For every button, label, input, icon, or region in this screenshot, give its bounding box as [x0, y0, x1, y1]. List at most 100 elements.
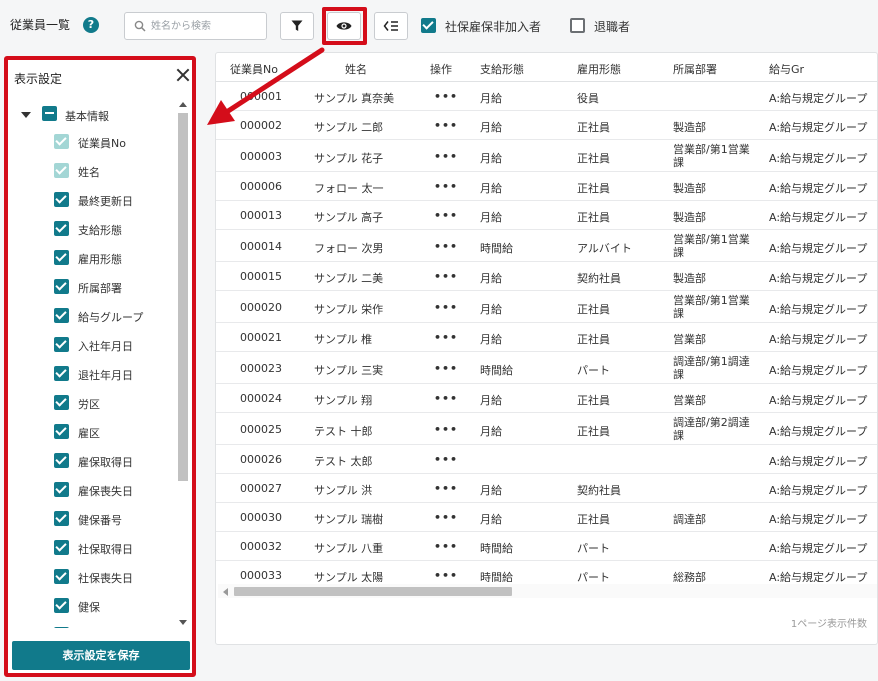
more-actions-icon[interactable]: ••• [434, 150, 458, 163]
page-size-label: 1ページ表示件数 [790, 619, 867, 630]
table-row[interactable]: 000006 フォロー 太一 ••• 月給 正社員 製造部 A:給与規定グループ [216, 172, 877, 201]
setting-checkbox[interactable] [54, 279, 69, 294]
more-actions-icon[interactable]: ••• [434, 331, 458, 344]
table-row[interactable]: 000023 サンプル 三実 ••• 時間給 パート 調達部/第1調達課 A:給与規定グルー… [216, 352, 877, 384]
table-row[interactable]: 000024 サンプル 翔 ••• 月給 正社員 営業部 A:給与規定グループ [216, 384, 877, 413]
setting-checkbox[interactable] [54, 221, 69, 236]
setting-item[interactable]: 雇区 [8, 418, 174, 447]
setting-checkbox[interactable] [54, 192, 69, 207]
setting-checkbox[interactable] [54, 511, 69, 526]
setting-item[interactable]: 給与グループ [8, 302, 174, 331]
setting-item[interactable]: 社保喪失日 [8, 563, 174, 592]
scroll-left-icon[interactable] [223, 588, 228, 596]
th-no[interactable]: 従業員No [230, 61, 278, 77]
cell-dept: 営業部/第1営業課 [673, 143, 750, 169]
setting-item[interactable]: 社保取得日 [8, 534, 174, 563]
th-grp[interactable]: 給与Gr [769, 61, 804, 77]
horizontal-scrollbar[interactable] [218, 584, 877, 598]
table-row[interactable]: 000030 サンプル 瑞樹 ••• 月給 正社員 調達部 A:給与規定グループ [216, 503, 877, 532]
columns-button[interactable] [374, 12, 408, 40]
setting-item[interactable]: 所属部署 [8, 273, 174, 302]
cell-grp: A:給与規定グループ [769, 455, 868, 468]
more-actions-icon[interactable]: ••• [434, 119, 458, 132]
more-actions-icon[interactable]: ••• [434, 392, 458, 405]
more-actions-icon[interactable]: ••• [434, 482, 458, 495]
cell-pay: 時間給 [480, 364, 513, 377]
retired-checkbox[interactable] [570, 18, 585, 33]
more-actions-icon[interactable]: ••• [434, 209, 458, 222]
search-box[interactable] [124, 12, 267, 40]
more-actions-icon[interactable]: ••• [434, 270, 458, 283]
group-checkbox[interactable] [42, 106, 57, 121]
setting-checkbox[interactable] [54, 453, 69, 468]
scroll-thumb[interactable] [178, 113, 188, 481]
th-pay[interactable]: 支給形態 [480, 61, 524, 77]
caret-down-icon[interactable] [21, 112, 31, 118]
scroll-down-icon[interactable] [179, 620, 187, 625]
setting-item[interactable]: 健保番号 [8, 505, 174, 534]
more-actions-icon[interactable]: ••• [434, 90, 458, 103]
setting-item[interactable]: 最終更新日 [8, 186, 174, 215]
setting-checkbox[interactable] [54, 366, 69, 381]
setting-item[interactable]: 雇保取得日 [8, 447, 174, 476]
help-icon[interactable]: ? [83, 17, 99, 33]
table-row[interactable]: 000002 サンプル 二郎 ••• 月給 正社員 製造部 A:給与規定グループ [216, 111, 877, 140]
setting-checkbox[interactable] [54, 250, 69, 265]
setting-item[interactable]: 支給形態 [8, 215, 174, 244]
setting-checkbox[interactable] [54, 424, 69, 439]
setting-item[interactable]: 雇保喪失日 [8, 476, 174, 505]
table-row[interactable]: 000014 フォロー 次男 ••• 時間給 アルバイト 営業部/第1営業課 A:給与規定グ… [216, 230, 877, 262]
cell-name: サンプル 八重 [314, 542, 384, 555]
save-settings-button[interactable]: 表示設定を保存 [12, 641, 190, 670]
close-icon[interactable] [176, 68, 190, 82]
more-actions-icon[interactable]: ••• [434, 240, 458, 253]
setting-checkbox[interactable] [54, 569, 69, 584]
setting-item[interactable]: 厚年 [8, 621, 174, 628]
scroll-up-icon[interactable] [179, 102, 187, 107]
setting-item[interactable]: 従業員No [8, 128, 174, 157]
more-actions-icon[interactable]: ••• [434, 453, 458, 466]
more-actions-icon[interactable]: ••• [434, 180, 458, 193]
setting-item[interactable]: 雇用形態 [8, 244, 174, 273]
more-actions-icon[interactable]: ••• [434, 423, 458, 436]
setting-item[interactable]: 入社年月日 [8, 331, 174, 360]
setting-item[interactable]: 健保 [8, 592, 174, 621]
more-actions-icon[interactable]: ••• [434, 569, 458, 582]
table-row[interactable]: 000003 サンプル 花子 ••• 月給 正社員 営業部/第1営業課 A:給与規定グループ [216, 140, 877, 172]
setting-checkbox[interactable] [54, 627, 69, 628]
setting-item[interactable]: 労区 [8, 389, 174, 418]
more-actions-icon[interactable]: ••• [434, 511, 458, 524]
setting-item[interactable]: 姓名 [8, 157, 174, 186]
setting-checkbox[interactable] [54, 395, 69, 410]
filter-button[interactable] [280, 12, 314, 40]
setting-item[interactable]: 退社年月日 [8, 360, 174, 389]
cell-grp: A:給与規定グループ [769, 484, 868, 497]
more-actions-icon[interactable]: ••• [434, 362, 458, 375]
table-row[interactable]: 000033 サンプル 太陽 ••• 時間給 パート 総務部 A:給与規定グループ [216, 561, 877, 582]
setting-checkbox[interactable] [54, 337, 69, 352]
th-name[interactable]: 姓名 [345, 61, 367, 77]
table-row[interactable]: 000027 サンプル 洪 ••• 月給 契約社員 A:給与規定グループ [216, 474, 877, 503]
table-row[interactable]: 000021 サンプル 椎 ••• 月給 正社員 営業部 A:給与規定グループ [216, 323, 877, 352]
table-row[interactable]: 000020 サンプル 栄作 ••• 月給 正社員 営業部/第1営業課 A:給与規定グループ [216, 291, 877, 323]
table-row[interactable]: 000026 テスト 太郎 ••• A:給与規定グループ [216, 445, 877, 474]
more-actions-icon[interactable]: ••• [434, 540, 458, 553]
cell-dept: 製造部 [673, 182, 706, 195]
setting-checkbox[interactable] [54, 482, 69, 497]
table-row[interactable]: 000001 サンプル 真奈美 ••• 月給 役員 A:給与規定グループ [216, 82, 877, 111]
cell-emp: パート [577, 542, 610, 555]
more-actions-icon[interactable]: ••• [434, 301, 458, 314]
scrollbar[interactable] [177, 100, 189, 628]
setting-checkbox[interactable] [54, 598, 69, 613]
hscroll-thumb[interactable] [234, 587, 512, 596]
setting-checkbox[interactable] [54, 308, 69, 323]
table-row[interactable]: 000032 サンプル 八重 ••• 時間給 パート A:給与規定グループ [216, 532, 877, 561]
shaho-checkbox[interactable] [421, 18, 436, 33]
th-emp[interactable]: 雇用形態 [577, 61, 621, 77]
table-row[interactable]: 000025 テスト 十郎 ••• 月給 正社員 調達部/第2調達課 A:給与規定グループ [216, 413, 877, 445]
table-row[interactable]: 000013 サンプル 高子 ••• 月給 正社員 製造部 A:給与規定グループ [216, 201, 877, 230]
setting-checkbox[interactable] [54, 540, 69, 555]
table-row[interactable]: 000015 サンプル 二美 ••• 月給 契約社員 製造部 A:給与規定グループ [216, 262, 877, 291]
th-dept[interactable]: 所属部署 [673, 61, 717, 77]
search-input[interactable] [151, 17, 263, 36]
